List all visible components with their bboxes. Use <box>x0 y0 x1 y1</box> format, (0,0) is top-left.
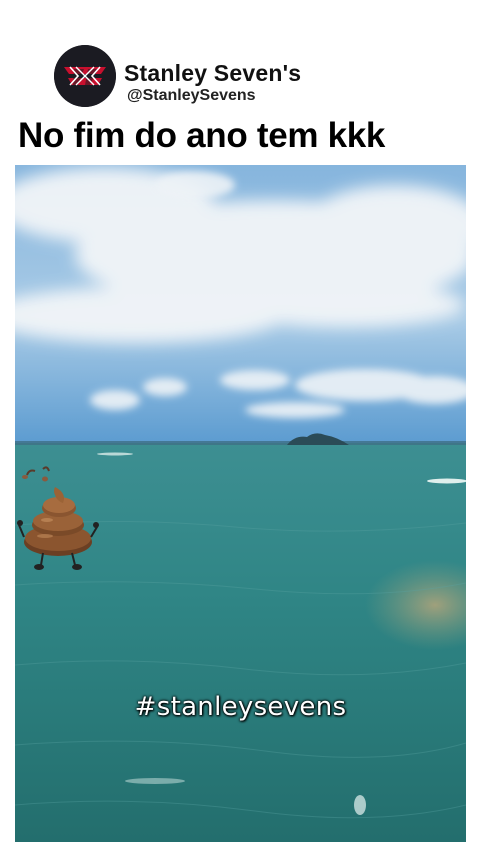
poop-icon <box>17 466 99 570</box>
video-player[interactable]: #stanleysevens <box>15 165 466 842</box>
poop-emoji-sticker <box>17 465 99 575</box>
post-header: Stanley Seven's @StanleySevens No fim do… <box>0 0 480 165</box>
author-handle[interactable]: @StanleySevens <box>127 87 256 105</box>
post-caption: No fim do ano tem kkk <box>18 116 386 155</box>
stanley-sevens-logo-icon <box>54 45 116 107</box>
author-avatar[interactable] <box>54 45 116 107</box>
video-hashtag-overlay: #stanleysevens <box>134 692 347 722</box>
author-name[interactable]: Stanley Seven's <box>124 60 301 87</box>
